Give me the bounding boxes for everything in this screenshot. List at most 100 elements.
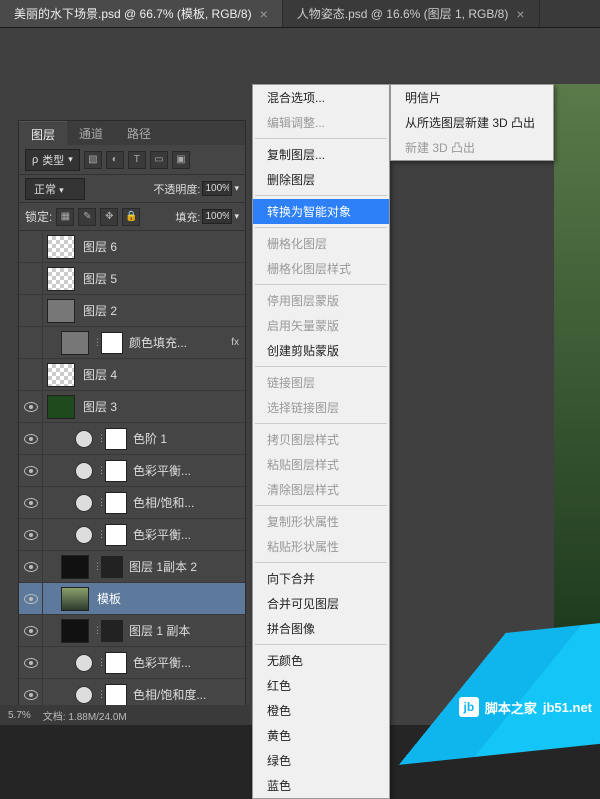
document-tab-2[interactable]: 人物姿态.psd @ 16.6% (图层 1, RGB/8) × xyxy=(283,0,540,27)
menu-item[interactable]: 明信片 xyxy=(391,85,553,110)
lock-all-icon[interactable]: 🔒 xyxy=(122,208,140,226)
visibility-toggle[interactable] xyxy=(19,391,43,423)
layer-row[interactable]: ⋮色阶 1 xyxy=(19,423,245,455)
layer-thumbnail[interactable] xyxy=(47,267,75,291)
layer-name[interactable]: 图层 6 xyxy=(83,238,117,255)
layer-name[interactable]: 色相/饱和度... xyxy=(133,686,206,703)
fx-badge[interactable]: fx xyxy=(231,337,239,348)
menu-item[interactable]: 混合选项... xyxy=(253,85,389,110)
layer-mask-thumbnail[interactable] xyxy=(101,620,123,642)
lock-position-icon[interactable]: ✥ xyxy=(100,208,118,226)
menu-separator xyxy=(255,195,387,196)
menu-item[interactable]: 复制图层... xyxy=(253,142,389,167)
document-tab-1[interactable]: 美丽的水下场景.psd @ 66.7% (模板, RGB/8) × xyxy=(0,0,283,27)
menu-item[interactable]: 删除图层 xyxy=(253,167,389,192)
menu-item[interactable]: 从所选图层新建 3D 凸出 xyxy=(391,110,553,135)
filter-pixel-icon[interactable]: ▧ xyxy=(84,151,102,169)
layer-name[interactable]: 色彩平衡... xyxy=(133,462,191,479)
chevron-down-icon: ▾ xyxy=(59,185,64,195)
layer-row[interactable]: ⋮ 图层 1副本 2 xyxy=(19,551,245,583)
layer-name[interactable]: 图层 1 副本 xyxy=(129,622,190,639)
lock-transparency-icon[interactable]: ▦ xyxy=(56,208,74,226)
tab-layers[interactable]: 图层 xyxy=(19,121,67,145)
chevron-down-icon[interactable]: ▾ xyxy=(234,211,239,222)
layer-row[interactable]: ⋮颜色填充...fx xyxy=(19,327,245,359)
filter-shape-icon[interactable]: ▭ xyxy=(150,151,168,169)
layer-row[interactable]: 图层 2 xyxy=(19,295,245,327)
layer-row[interactable]: 图层 6 xyxy=(19,231,245,263)
layer-name[interactable]: 图层 2 xyxy=(83,302,117,319)
layer-name[interactable]: 色阶 1 xyxy=(133,430,167,447)
layer-row[interactable]: ⋮色相/饱和... xyxy=(19,487,245,519)
zoom-level[interactable]: 5.7% xyxy=(8,710,31,721)
close-icon[interactable]: × xyxy=(516,6,524,22)
layer-mask-thumbnail[interactable] xyxy=(101,332,123,354)
layer-thumbnail[interactable] xyxy=(61,331,89,355)
layer-row[interactable]: ⋮色彩平衡... xyxy=(19,647,245,679)
visibility-toggle[interactable] xyxy=(19,647,43,679)
layer-mask-thumbnail[interactable] xyxy=(105,684,127,706)
layer-thumbnail[interactable] xyxy=(47,395,75,419)
visibility-toggle[interactable] xyxy=(19,327,43,359)
layer-thumbnail[interactable] xyxy=(47,299,75,323)
layer-row[interactable]: 图层 4 xyxy=(19,359,245,391)
layer-row[interactable]: 模板 xyxy=(19,583,245,615)
layer-name[interactable]: 色相/饱和... xyxy=(133,494,194,511)
filter-type-icon[interactable]: T xyxy=(128,151,146,169)
menu-item[interactable]: 创建剪贴蒙版 xyxy=(253,338,389,363)
layer-mask-thumbnail[interactable] xyxy=(105,652,127,674)
layer-mask-thumbnail[interactable] xyxy=(105,428,127,450)
menu-item[interactable]: 转换为智能对象 xyxy=(253,199,389,224)
visibility-toggle[interactable] xyxy=(19,423,43,455)
visibility-toggle[interactable] xyxy=(19,551,43,583)
visibility-toggle[interactable] xyxy=(19,231,43,263)
layer-mask-thumbnail[interactable] xyxy=(105,524,127,546)
chevron-down-icon[interactable]: ▾ xyxy=(234,183,239,194)
visibility-toggle[interactable] xyxy=(19,359,43,391)
visibility-toggle[interactable] xyxy=(19,487,43,519)
opacity-input[interactable] xyxy=(202,181,232,196)
layer-mask-thumbnail[interactable] xyxy=(105,492,127,514)
visibility-toggle[interactable] xyxy=(19,455,43,487)
layer-thumbnail[interactable] xyxy=(61,555,89,579)
close-icon[interactable]: × xyxy=(260,6,268,22)
layer-name[interactable]: 图层 3 xyxy=(83,398,117,415)
visibility-toggle[interactable] xyxy=(19,519,43,551)
layer-mask-thumbnail[interactable] xyxy=(101,556,123,578)
visibility-toggle[interactable] xyxy=(19,295,43,327)
layer-name[interactable]: 图层 1副本 2 xyxy=(129,558,197,575)
layer-mask-thumbnail[interactable] xyxy=(105,460,127,482)
layer-name[interactable]: 图层 5 xyxy=(83,270,117,287)
menu-item[interactable]: 向下合并 xyxy=(253,566,389,591)
layer-row[interactable]: 图层 5 xyxy=(19,263,245,295)
layer-name[interactable]: 颜色填充... xyxy=(129,334,187,351)
layer-row[interactable]: ⋮色彩平衡... xyxy=(19,519,245,551)
filter-adjust-icon[interactable]: ◐ xyxy=(106,151,124,169)
layers-list: 图层 6图层 5图层 2⋮颜色填充...fx图层 4图层 3⋮色阶 1⋮色彩平衡… xyxy=(19,231,245,711)
layer-thumbnail[interactable] xyxy=(61,619,89,643)
layer-thumbnail[interactable] xyxy=(47,235,75,259)
menu-item[interactable]: 合并可见图层 xyxy=(253,591,389,616)
layer-row[interactable]: 图层 3 xyxy=(19,391,245,423)
layer-name[interactable]: 色彩平衡... xyxy=(133,526,191,543)
layer-row[interactable]: ⋮图层 1 副本 xyxy=(19,615,245,647)
filter-kind-dropdown[interactable]: ρ 类型 ▾ xyxy=(25,149,80,171)
menu-item[interactable]: 蓝色 xyxy=(253,773,389,798)
visibility-toggle[interactable] xyxy=(19,263,43,295)
lock-paint-icon[interactable]: ✎ xyxy=(78,208,96,226)
fill-input[interactable] xyxy=(202,209,232,224)
tab-channels[interactable]: 通道 xyxy=(67,121,115,145)
tab-paths[interactable]: 路径 xyxy=(115,121,163,145)
layer-name[interactable]: 模板 xyxy=(97,590,121,607)
layer-thumbnail[interactable] xyxy=(61,587,89,611)
layer-name[interactable]: 图层 4 xyxy=(83,366,117,383)
menu-item[interactable]: 拼合图像 xyxy=(253,616,389,641)
link-icon: ⋮ xyxy=(93,561,101,572)
filter-smart-icon[interactable]: ▣ xyxy=(172,151,190,169)
layer-row[interactable]: ⋮色彩平衡... xyxy=(19,455,245,487)
blend-mode-dropdown[interactable]: 正常 ▾ xyxy=(25,178,85,200)
layer-thumbnail[interactable] xyxy=(47,363,75,387)
visibility-toggle[interactable] xyxy=(19,583,43,615)
visibility-toggle[interactable] xyxy=(19,615,43,647)
layer-name[interactable]: 色彩平衡... xyxy=(133,654,191,671)
